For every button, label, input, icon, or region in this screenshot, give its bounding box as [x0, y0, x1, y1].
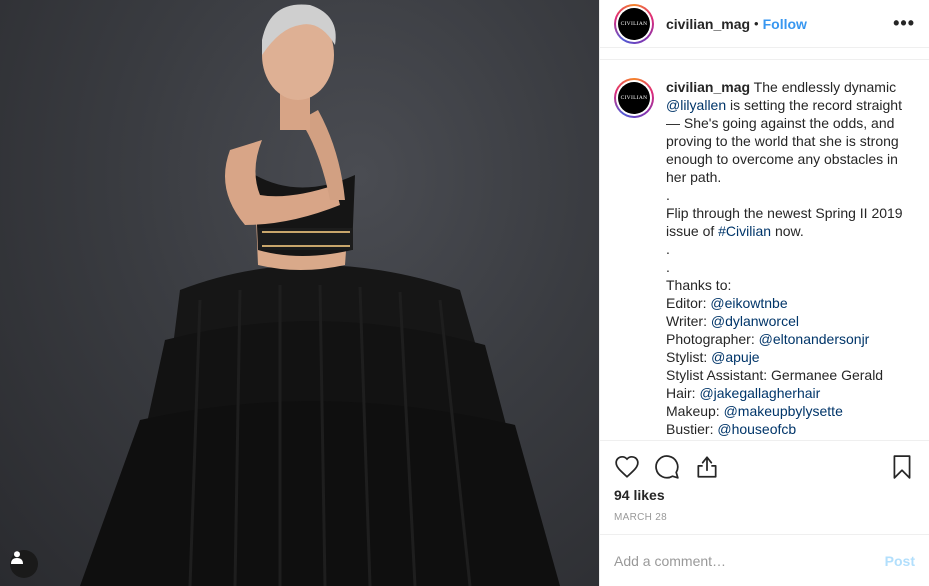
comment-icon[interactable]	[654, 454, 680, 480]
user-icon	[11, 551, 23, 564]
heart-icon[interactable]	[614, 454, 640, 480]
mention-link[interactable]: @apuje	[711, 349, 759, 365]
follow-button[interactable]: Follow	[763, 16, 807, 32]
post-photo[interactable]	[0, 0, 599, 586]
share-icon[interactable]	[694, 454, 720, 480]
caption-avatar[interactable]: CIVILIAN	[614, 78, 654, 118]
avatar-logo: CIVILIAN	[618, 7, 650, 40]
post-details-panel: CIVILIAN civilian_mag • Follow ••• CIVIL…	[599, 0, 929, 586]
mention-link[interactable]: @jakegallagherhair	[699, 385, 820, 401]
mention-link[interactable]: @eltonandersonjr	[759, 331, 870, 347]
post-comment-button[interactable]: Post	[885, 553, 915, 569]
mention-link[interactable]: @makeupbylysette	[724, 403, 843, 419]
mention-link[interactable]: @eikowtnbe	[710, 295, 787, 311]
action-bar	[614, 441, 915, 489]
caption: CIVILIAN civilian_mag The endlessly dyna…	[614, 78, 915, 438]
actions-block: 94 likes MARCH 28	[600, 440, 929, 534]
caption-area[interactable]: CIVILIAN civilian_mag The endlessly dyna…	[600, 59, 929, 440]
caption-avatar-logo: CIVILIAN	[618, 82, 650, 114]
instagram-post: CIVILIAN civilian_mag • Follow ••• CIVIL…	[0, 0, 929, 586]
bookmark-icon[interactable]	[889, 454, 915, 480]
photo-illustration	[80, 4, 560, 586]
mention-link[interactable]: @lilyallen	[666, 97, 726, 113]
post-header: CIVILIAN civilian_mag • Follow •••	[600, 0, 929, 48]
comment-bar: Post	[600, 534, 929, 586]
hashtag-link[interactable]: #Civilian	[718, 223, 771, 239]
more-options-icon[interactable]: •••	[893, 13, 915, 34]
avatar[interactable]: CIVILIAN	[614, 3, 654, 44]
header-username[interactable]: civilian_mag	[666, 16, 750, 32]
post-date[interactable]: MARCH 28	[614, 512, 915, 523]
caption-username[interactable]: civilian_mag	[666, 79, 750, 95]
comment-input[interactable]	[614, 552, 885, 569]
caption-text: civilian_mag The endlessly dynamic @lily…	[666, 79, 903, 437]
header-separator: •	[754, 16, 759, 31]
likes-count[interactable]: 94 likes	[614, 487, 915, 503]
mention-link[interactable]: @houseofcb	[717, 421, 796, 437]
mention-link[interactable]: @dylanworcel	[711, 313, 799, 329]
tagged-users-button[interactable]	[10, 550, 38, 578]
